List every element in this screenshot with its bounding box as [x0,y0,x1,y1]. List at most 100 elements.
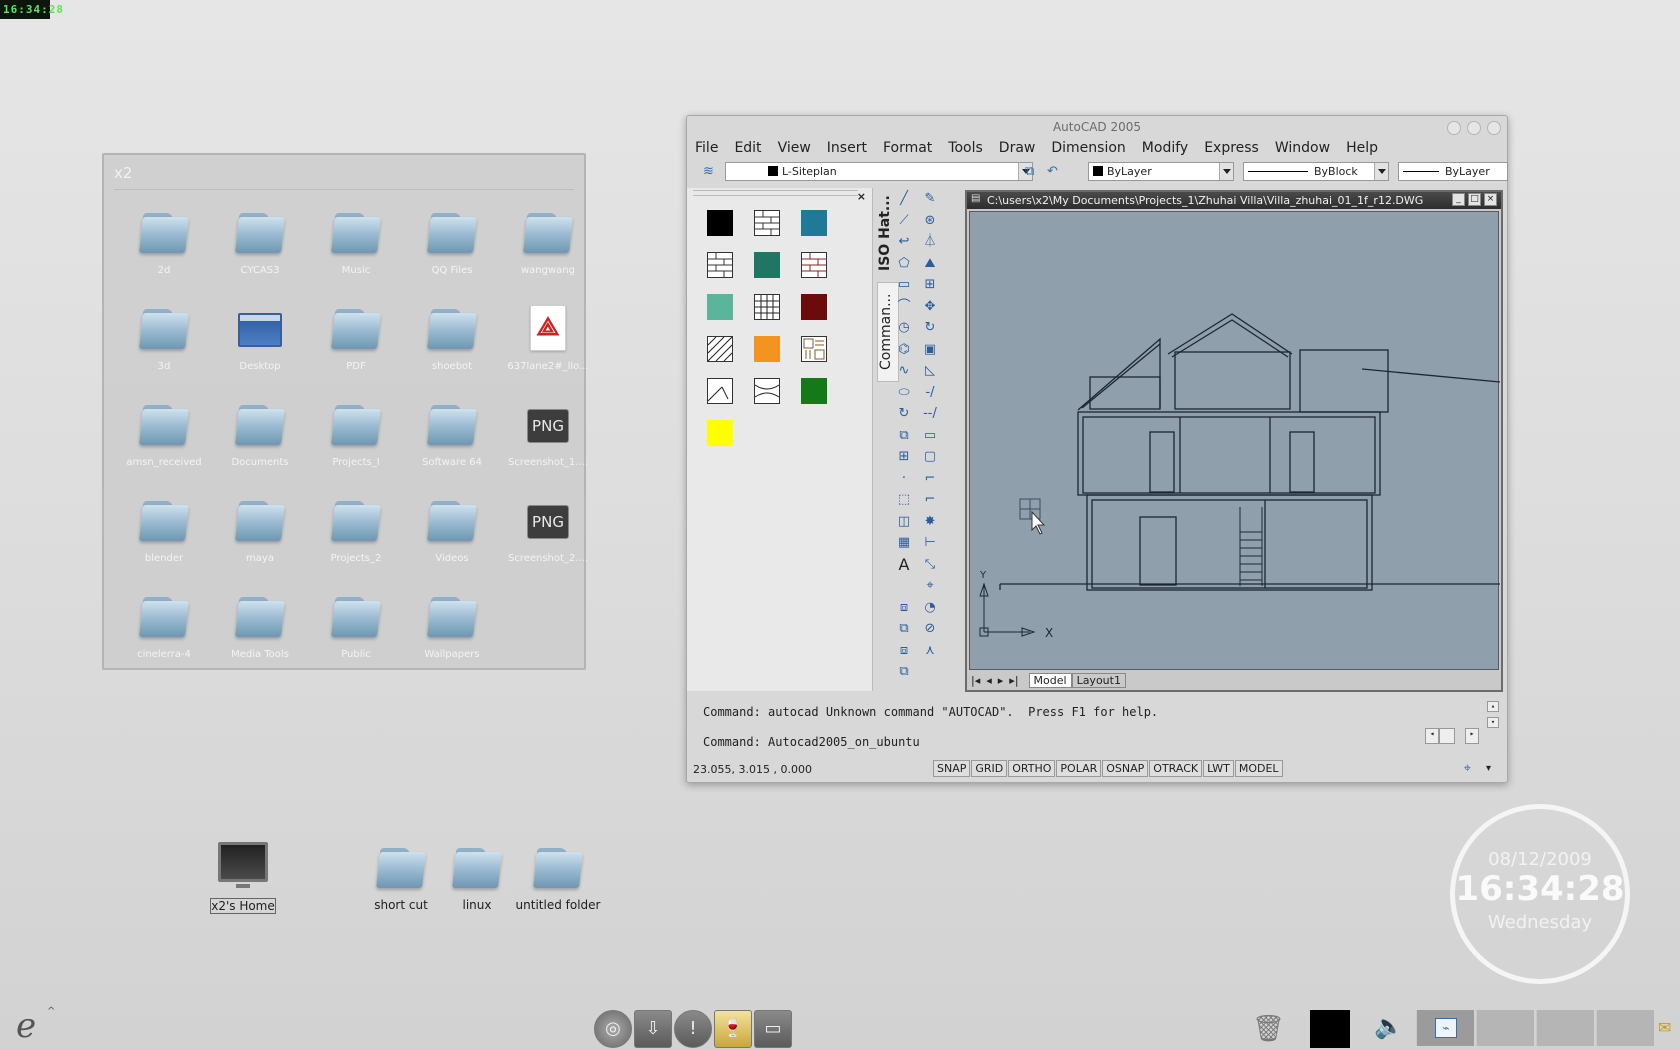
insert-block-icon[interactable]: ⧉ [895,427,913,445]
move-icon[interactable]: ✥ [921,298,939,316]
dwg-maximize-button[interactable]: □ [1468,193,1481,206]
hatch-solid-swatch[interactable] [754,252,780,278]
hatch-solid-swatch[interactable] [707,210,733,236]
break-at-point-icon[interactable]: ▭ [921,427,939,445]
folder-item[interactable]: PNG Screenshot_2.... [502,487,594,579]
first-tab-arrow-icon[interactable]: |◂ [971,674,980,687]
polyline-icon[interactable]: ↩ [895,233,913,251]
folder-item[interactable]: 3d [118,295,210,387]
hatch-solid-swatch[interactable] [801,294,827,320]
drawing-window[interactable]: C:\users\x2\My Documents\Projects_1\Zhuh… [965,190,1503,692]
folder-item[interactable]: Projects_2 [310,487,402,579]
hatch-solid-swatch[interactable] [707,420,733,446]
hatch-pattern-swatch[interactable] [707,336,733,362]
black-preview-thumbnail[interactable] [1310,1010,1350,1048]
hatch-pattern-swatch[interactable] [707,378,733,404]
volume-icon[interactable]: 🔈 [1374,1012,1404,1040]
layers-icon[interactable]: ≋ [703,164,714,179]
folder-item[interactable]: CYCAS3 [214,199,306,291]
folder-item[interactable]: amsn_received [118,391,210,483]
extend-icon[interactable]: --/ [921,405,939,423]
rectangle-icon[interactable]: ▭ [895,276,913,294]
construction-line-icon[interactable]: ⟋ [895,212,913,230]
menu-edit[interactable]: Edit [726,138,769,158]
hatch-solid-swatch[interactable] [754,336,780,362]
linetype-combo[interactable]: ByBlock [1243,162,1389,181]
folder-item[interactable]: Wallpapers [406,583,498,675]
status-menu-chevron-icon[interactable]: ▾ [1486,763,1491,774]
color-combo[interactable]: ByLayer [1088,162,1234,181]
palette-close-button[interactable]: × [857,190,866,203]
status-toggle-grid[interactable]: GRID [971,760,1008,777]
folder-item[interactable]: Software 64 [406,391,498,483]
folder-item[interactable]: PNG Screenshot_1.... [502,391,594,483]
status-toggle-lwt[interactable]: LWT [1203,760,1234,777]
hatch-pattern-swatch[interactable] [707,252,733,278]
hatch-solid-swatch[interactable] [801,210,827,236]
offset-icon[interactable]: ⛰ [921,255,939,273]
folder-item[interactable]: Music [310,199,402,291]
folder-item[interactable]: Videos [406,487,498,579]
command-window[interactable]: Command: autocad Unknown command "AUTOCA… [687,695,1507,757]
mirror-icon[interactable]: ⏃ [921,233,939,251]
dock-screen-icon[interactable]: ▭ [754,1010,792,1048]
scroll-down-button[interactable]: ▾ [1487,717,1499,728]
folder-item[interactable]: Media Tools [214,583,306,675]
task-slot-4[interactable] [1596,1010,1654,1046]
explode-icon[interactable]: ✸ [921,513,939,531]
layer-previous-icon[interactable]: ↶ [1047,164,1058,179]
dock-disk-icon[interactable]: ◎ [594,1010,632,1048]
copy-icon[interactable]: ⊛ [921,212,939,230]
hatch-pattern-swatch[interactable] [801,336,827,362]
circle-icon[interactable]: ◷ [895,319,913,337]
launcher-chevron-icon[interactable]: ^ [47,1006,55,1017]
scroll-right-button[interactable]: ▸ [1465,728,1479,744]
make-current-layer-icon[interactable]: ⧉ [1025,164,1034,179]
hatch-pattern-swatch[interactable] [754,378,780,404]
hatch-pattern-swatch[interactable] [801,252,827,278]
dock-alert-icon[interactable]: ! [674,1010,712,1048]
table-icon[interactable]: ▦ [895,534,913,552]
status-toggle-otrack[interactable]: OTRACK [1149,760,1203,777]
layer-combo[interactable]: L-Siteplan [725,162,1033,181]
linux-folder[interactable]: linux [432,840,522,916]
chevron-down-icon[interactable] [1374,163,1388,180]
arc-icon[interactable]: ⌒ [895,298,913,316]
ellipse-arc-icon[interactable]: ↻ [895,405,913,423]
communication-icon[interactable]: ⌖ [1464,761,1471,776]
polygon-icon[interactable]: ⬠ [895,255,913,273]
diameter-dimension-icon[interactable]: ⊘ [921,620,939,638]
folder-item[interactable]: wangwang [502,199,594,291]
menu-view[interactable]: View [770,138,819,158]
stretch-icon[interactable]: ◺ [921,362,939,380]
untitled-folder[interactable]: untitled folder [513,840,603,916]
scroll-left-button[interactable]: ◂ [1425,728,1439,744]
notification-mail-icon[interactable]: ✉ [1658,1018,1671,1037]
menu-window[interactable]: Window [1267,138,1338,158]
fillet-icon[interactable]: ⌐ [921,491,939,509]
draworder-above-icon[interactable]: ⧉ [895,663,913,681]
linear-dimension-icon[interactable]: ⊢ [921,534,939,552]
make-block-icon[interactable]: ⊞ [895,448,913,466]
menu-dimension[interactable]: Dimension [1043,138,1133,158]
erase-icon[interactable]: ✎ [921,190,939,208]
point-icon[interactable]: · [895,470,913,488]
close-button[interactable] [1487,121,1501,135]
folder-item[interactable]: shoebot [406,295,498,387]
menu-file[interactable]: File [687,138,726,158]
autocad-window[interactable]: AutoCAD 2005 File Edit View Insert Format Too… [686,115,1508,783]
task-autocad[interactable]: ⌁ [1416,1010,1474,1046]
folder-item[interactable]: blender [118,487,210,579]
folder-item[interactable]: Public [310,583,402,675]
prev-tab-arrow-icon[interactable]: ◂ [986,674,992,687]
maximize-button[interactable] [1467,121,1481,135]
scroll-up-button[interactable]: ▴ [1487,701,1499,712]
status-toggle-polar[interactable]: POLAR [1056,760,1102,777]
folder-window-x2[interactable]: x2 2d CYCAS3 Music QQ Files wangwang 3d Deskto… [102,153,589,670]
multiline-text-icon[interactable]: A [895,555,913,574]
menu-modify[interactable]: Modify [1134,138,1196,158]
array-icon[interactable]: ⊞ [921,276,939,294]
task-slot-3[interactable] [1536,1010,1594,1046]
ordinate-dimension-icon[interactable]: ⌖ [921,577,939,595]
palette-grip[interactable] [693,190,858,196]
